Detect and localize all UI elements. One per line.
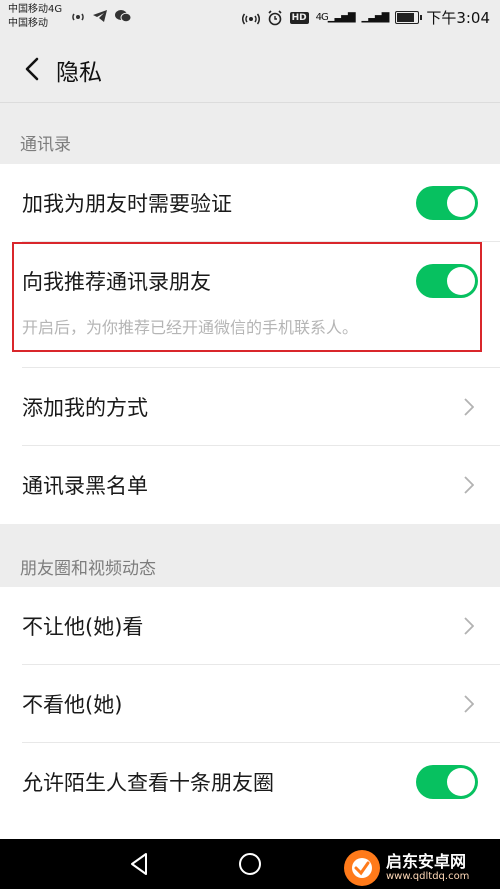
carrier-info: 中国移动4G 中国移动 — [8, 3, 62, 31]
telegram-icon — [93, 10, 107, 22]
wechat-icon — [115, 10, 132, 23]
toggle-knob — [447, 189, 475, 217]
toggle-knob — [447, 768, 475, 796]
settings-row-recommend-contacts: 向我推荐通讯录朋友 开启后，为你推荐已经开通微信的手机联系人。 — [0, 242, 500, 368]
settings-row-verify-friend: 加我为朋友时需要验证 — [0, 164, 500, 242]
carrier-line1: 中国移动4G — [8, 4, 63, 15]
battery-icon — [395, 11, 423, 24]
settings-row-stranger-view: 允许陌生人查看十条朋友圈 — [0, 743, 500, 839]
row-description: 开启后，为你推荐已经开通微信的手机联系人。 — [22, 318, 359, 337]
hd-badge: HD — [289, 11, 309, 24]
signal-icon: 4G▁▃▅▇ — [315, 12, 356, 23]
status-time: 下午3:04 — [426, 9, 490, 27]
row-label: 允许陌生人查看十条朋友圈 — [22, 771, 274, 795]
row-label: 添加我的方式 — [22, 396, 148, 420]
status-right: HD 4G▁▃▅▇ ▁▃▅▇ 下午3:04 — [241, 7, 490, 28]
settings-row-add-methods[interactable]: 添加我的方式 — [0, 368, 500, 446]
section-label-moments: 朋友圈和视频动态 — [20, 559, 156, 579]
row-label: 向我推荐通讯录朋友 — [22, 270, 211, 294]
chevron-right-icon — [464, 398, 474, 416]
chevron-right-icon — [464, 476, 474, 494]
app-header: 隐私 — [0, 36, 500, 103]
status-bar: 中国移动4G 中国移动 HD 4G▁▃▅▇ ▁▃▅▇ 下午3:04 — [0, 0, 500, 36]
back-chevron-left-icon[interactable] — [18, 54, 48, 84]
carrier-line2: 中国移动 — [8, 18, 48, 29]
watermark-logo-icon — [344, 850, 380, 886]
page-title: 隐私 — [56, 60, 102, 86]
chevron-right-icon — [464, 695, 474, 713]
watermark: 启东安卓网 www.qdltdq.com — [344, 848, 494, 888]
signal-icon-2: ▁▃▅▇ — [361, 12, 390, 23]
toggle-switch-stranger[interactable] — [416, 765, 478, 799]
nav-home-circle-icon[interactable] — [235, 849, 265, 879]
chevron-right-icon — [464, 617, 474, 635]
watermark-text: 启东安卓网 www.qdltdq.com — [386, 853, 469, 883]
notification-icons — [70, 9, 132, 23]
signal-label: 4G — [315, 12, 329, 23]
row-label: 加我为朋友时需要验证 — [22, 192, 232, 216]
watermark-url: www.qdltdq.com — [386, 871, 470, 882]
toggle-switch-verify[interactable] — [416, 186, 478, 220]
toggle-knob — [447, 267, 475, 295]
nav-back-triangle-icon[interactable] — [124, 849, 154, 879]
section-label-contacts: 通讯录 — [20, 135, 71, 155]
settings-row-blacklist[interactable]: 通讯录黑名单 — [0, 446, 500, 524]
row-label: 不看他(她) — [22, 693, 123, 717]
toggle-switch-recommend[interactable] — [416, 264, 478, 298]
contacts-group: 加我为朋友时需要验证 向我推荐通讯录朋友 开启后，为你推荐已经开通微信的手机联系… — [0, 164, 500, 524]
moments-group: 不让他(她)看 不看他(她) 允许陌生人查看十条朋友圈 — [0, 587, 500, 839]
row-label: 不让他(她)看 — [22, 615, 144, 639]
watermark-title: 启东安卓网 — [386, 852, 467, 871]
row-label: 通讯录黑名单 — [22, 474, 148, 498]
settings-row-hide-from[interactable]: 不让他(她)看 — [0, 587, 500, 665]
settings-row-dont-see[interactable]: 不看他(她) — [0, 665, 500, 743]
hotspot-icon — [72, 13, 84, 21]
nfc-icon — [241, 13, 260, 24]
alarm-icon — [268, 9, 282, 25]
